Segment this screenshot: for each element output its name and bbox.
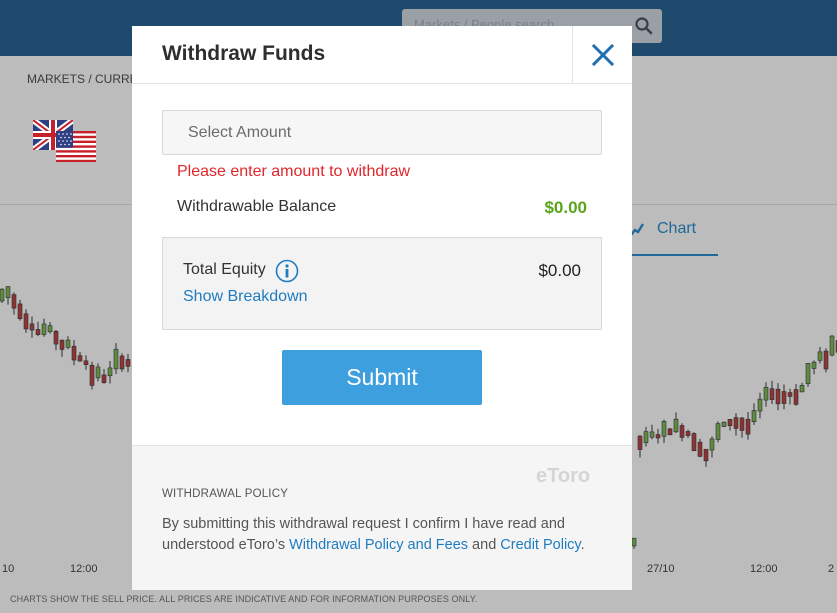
x-tick-label: 2 — [828, 563, 835, 575]
candle-body — [739, 417, 745, 431]
candle-body — [17, 303, 23, 320]
candle-body — [673, 418, 679, 433]
candle-body — [727, 419, 733, 427]
candle-body — [71, 345, 77, 361]
candle-body — [751, 410, 757, 422]
candle-body — [125, 359, 131, 367]
withdraw-funds-dialog: Withdraw Funds Please enter amount to wi… — [132, 26, 632, 590]
candle-body — [691, 433, 697, 452]
candle-body — [775, 388, 781, 405]
tab-chart-label: Chart — [657, 220, 697, 237]
candle-body — [119, 355, 125, 370]
candle-body — [721, 421, 727, 427]
total-equity-label: Total Equity — [183, 261, 266, 278]
x-tick-label: 10 — [2, 563, 15, 575]
candle-body — [667, 428, 673, 436]
candle-body — [649, 431, 655, 438]
candle-body — [47, 325, 53, 333]
candle-body — [101, 374, 107, 383]
dialog-title: Withdraw Funds — [162, 42, 326, 65]
equity-summary-box: Total Equity $0.00 Show Breakdown — [162, 237, 602, 330]
candle-body — [745, 418, 751, 435]
submit-button[interactable]: Submit — [282, 350, 482, 405]
candle-body — [709, 438, 715, 451]
candle-body — [793, 389, 799, 405]
policy-text-part: and — [468, 537, 501, 553]
amount-error-message: Please enter amount to withdraw — [177, 163, 411, 180]
candle-body — [823, 350, 829, 370]
x-tick-label: 27/10 — [647, 563, 675, 575]
withdrawal-policy-link[interactable]: Withdrawal Policy and Fees — [289, 537, 468, 553]
candle-body — [23, 313, 29, 330]
candle-body — [59, 339, 65, 350]
search-icon[interactable] — [634, 16, 654, 36]
withdrawable-balance-label: Withdrawable Balance — [177, 198, 337, 215]
dialog-header: Withdraw Funds — [132, 26, 632, 84]
candle-body — [829, 335, 835, 356]
candle-body — [631, 537, 637, 547]
candle-body — [679, 425, 685, 438]
candle-body — [35, 329, 41, 335]
candle-body — [95, 366, 101, 379]
x-tick-label: 12:00 — [750, 563, 778, 575]
candle-body — [113, 348, 119, 370]
candle-body — [817, 351, 823, 361]
candle-body — [11, 294, 17, 309]
show-breakdown-link[interactable]: Show Breakdown — [183, 288, 308, 306]
amount-select-field[interactable] — [162, 110, 602, 155]
candle-body — [655, 434, 661, 439]
amount-input[interactable] — [163, 111, 601, 154]
etoro-logo: eToro — [536, 465, 590, 487]
candle-body — [799, 385, 805, 393]
candle-body — [83, 360, 89, 365]
close-icon[interactable] — [592, 44, 614, 66]
chart-icon — [630, 223, 644, 236]
chart-disclaimer: CHARTS SHOW THE SELL PRICE. ALL PRICES A… — [10, 594, 478, 604]
candle-body — [763, 386, 769, 401]
x-tick-label: 12:00 — [70, 563, 98, 575]
candle-body — [811, 361, 817, 369]
candle-body — [805, 363, 811, 384]
tab-chart[interactable]: Chart — [628, 218, 718, 256]
us-flag-icon — [56, 131, 96, 162]
candle-body — [107, 367, 113, 377]
candle-body — [703, 448, 709, 462]
candle-body — [637, 435, 643, 450]
candle-body — [715, 423, 721, 440]
candle-body — [0, 288, 5, 302]
candle-body — [29, 323, 35, 331]
info-icon[interactable] — [275, 259, 299, 283]
svg-text:eToro: eToro — [536, 465, 590, 487]
credit-policy-link[interactable]: Credit Policy — [500, 537, 580, 553]
total-equity-value: $0.00 — [538, 261, 581, 280]
candle-body — [643, 431, 649, 444]
candle-body — [41, 323, 47, 335]
breadcrumb[interactable]: MARKETS / CURRE — [27, 72, 138, 86]
dialog-footer: eToro WITHDRAWAL POLICY By submitting th… — [132, 445, 632, 590]
candle-body — [733, 417, 739, 429]
candle-body — [5, 286, 11, 298]
candle-body — [685, 431, 691, 436]
candle-body — [697, 441, 703, 457]
candle-body — [661, 421, 667, 437]
candle-body — [77, 355, 83, 362]
withdrawable-balance-value: $0.00 — [544, 198, 587, 217]
policy-text-part: . — [580, 537, 585, 553]
close-button[interactable] — [572, 26, 632, 84]
withdrawal-policy-heading: WITHDRAWAL POLICY — [162, 488, 289, 500]
candle-body — [769, 388, 775, 400]
withdrawal-policy-text: By submitting this withdrawal request I … — [162, 514, 602, 556]
candle-body — [781, 391, 787, 404]
candle-body — [787, 392, 793, 397]
candle-body — [757, 398, 763, 412]
candle-body — [65, 339, 71, 348]
candle-body — [53, 330, 59, 345]
candle-body — [89, 364, 95, 386]
